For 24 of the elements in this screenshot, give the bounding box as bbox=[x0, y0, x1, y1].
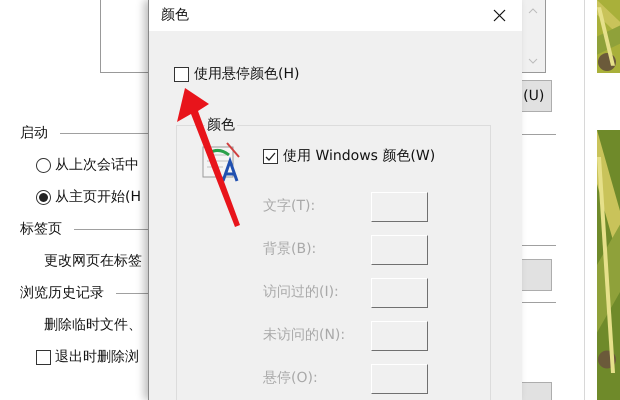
checkmark-icon bbox=[265, 150, 276, 162]
window-title: 颜色 bbox=[161, 6, 189, 25]
section-title: 启动 bbox=[20, 124, 48, 142]
radio-label: 从主页开始(H bbox=[55, 188, 141, 206]
radio-button[interactable] bbox=[36, 158, 51, 172]
description-text: 更改网页在标签 bbox=[44, 252, 142, 270]
color-label: 访问过的(I): bbox=[263, 283, 340, 302]
close-icon[interactable] bbox=[493, 9, 506, 22]
section-title: 浏览历史记录 bbox=[20, 284, 104, 302]
color-label: 背景(B): bbox=[263, 240, 318, 259]
color-label: 悬停(O): bbox=[263, 369, 319, 388]
checkbox[interactable] bbox=[174, 67, 189, 82]
description-text: 删除临时文件、 bbox=[44, 316, 142, 334]
checkbox-label: 使用悬停颜色(H) bbox=[194, 65, 300, 84]
checkbox-label: 使用 Windows 颜色(W) bbox=[283, 146, 436, 166]
radio-button[interactable] bbox=[36, 190, 51, 204]
checkbox[interactable] bbox=[263, 148, 278, 164]
color-label: 文字(T): bbox=[263, 197, 316, 216]
color-label: 未访问的(N): bbox=[263, 326, 346, 345]
checkbox[interactable] bbox=[36, 350, 51, 364]
radio-label: 从上次会话中 bbox=[55, 156, 139, 174]
section-title: 标签页 bbox=[20, 220, 62, 238]
side-button[interactable]: (U) bbox=[521, 80, 552, 112]
checkbox-label: 退出时删除浏 bbox=[55, 348, 139, 366]
